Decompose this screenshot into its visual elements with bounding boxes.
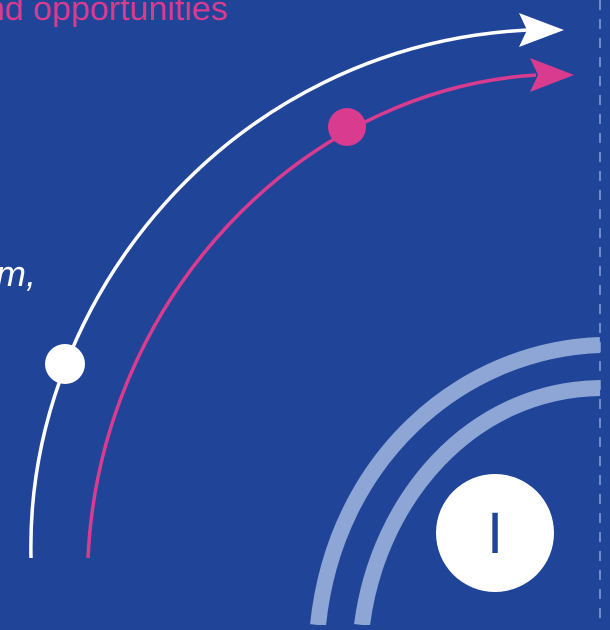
white-marker-dot-icon: [45, 344, 85, 384]
heading-fragment: nd opportunities: [0, 0, 228, 28]
magenta-marker-dot-icon: [328, 108, 366, 146]
badge-label: I: [486, 500, 504, 566]
magenta-path-arrow-head-right-icon: [530, 58, 574, 92]
body-text-fragment-1: m,: [0, 253, 36, 294]
diagram-canvas: nd opportunities m, l r I: [0, 0, 610, 627]
